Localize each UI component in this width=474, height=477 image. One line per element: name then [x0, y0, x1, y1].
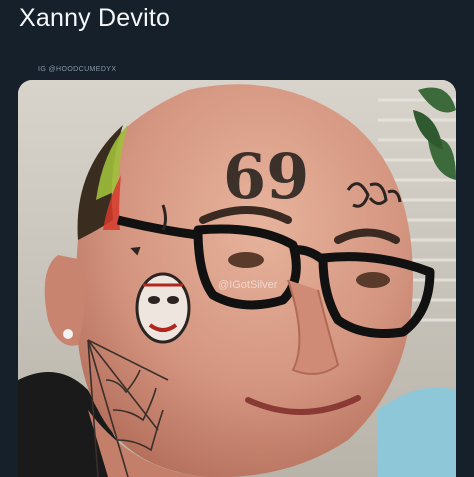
- post-title: Xanny Devito: [19, 4, 171, 32]
- photo-watermark: @IGotSilver: [218, 279, 278, 291]
- meme-post: Xanny Devito IG @HOODCUMEDYX 69 @IGotSil…: [0, 0, 474, 477]
- cheek-mask-tattoo: [135, 272, 191, 344]
- right-eye: [356, 272, 390, 288]
- left-eye: [228, 252, 264, 268]
- meme-photo[interactable]: 69 @IGotSilver ▲: [18, 80, 456, 477]
- earring-icon: [63, 329, 73, 339]
- portrait-illustration: 69 @IGotSilver ▲: [18, 80, 456, 477]
- image-credit: IG @HOODCUMEDYX: [38, 66, 117, 73]
- forehead-tattoo: 69: [223, 140, 309, 213]
